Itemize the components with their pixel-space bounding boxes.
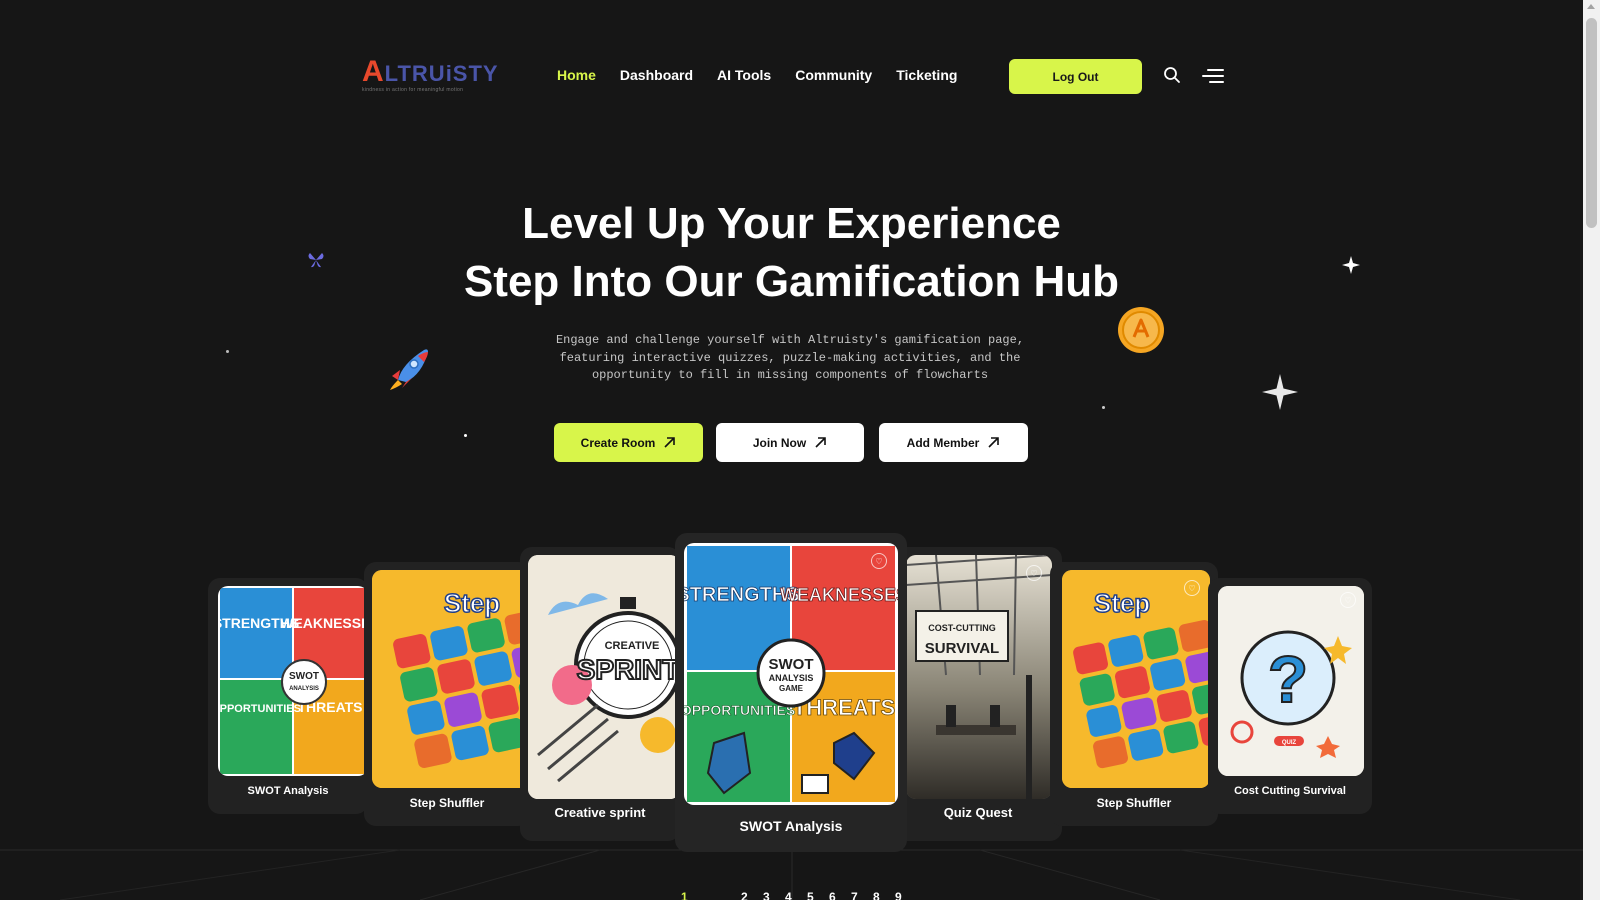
game-card-title: SWOT Analysis [739,818,843,834]
scrollbar-thumb[interactable] [1586,18,1597,228]
hero-description: Engage and challenge yourself with Altru… [540,332,1040,385]
game-card-image: Step [1062,570,1210,788]
art-sprint: SPRINT [577,654,680,685]
page: A LTRUiSTY kindness in action for meaning… [0,0,1583,900]
game-card-title: Step Shuffler [1096,796,1172,810]
art-step: Step [444,588,500,618]
join-now-label: Join Now [752,435,807,450]
game-card-swot-analysis-featured[interactable]: STRENGTHS WEAKNESSES OPPORTUNITIES THREA… [675,533,907,852]
brand-logo-letter: A [362,55,385,88]
add-member-label: Add Member [906,435,980,450]
art-swot-badge-sub: GAME [779,684,804,693]
art-swot-badge: SWOT [289,671,319,682]
nav-ticketing[interactable]: Ticketing [896,66,957,84]
rocket-icon [384,342,436,399]
game-card-image: STRENGTHS WEAKNESSES OPPORTUNITIES THREA… [218,586,368,776]
game-card-image: Step [372,570,530,788]
page-scrollbar[interactable] [1583,0,1600,900]
game-card-cost-cutting-survival[interactable]: ? QUIZ Cost Cutting Survival ♡ [1208,578,1372,814]
favorite-icon[interactable]: ♡ [1026,565,1042,581]
search-icon[interactable] [1163,66,1181,84]
brand-logo[interactable]: A LTRUiSTY kindness in action for meaning… [362,55,498,94]
brand-wordmark: A LTRUiSTY [362,55,498,88]
game-card-title: Cost Cutting Survival [1234,785,1346,797]
hero-description-line: featuring interactive quizzes, puzzle-ma… [559,350,1021,365]
arrow-up-right-icon [988,437,1000,448]
hero-title-line-1: Level Up Your Experience [522,199,1061,248]
logout-button[interactable]: Log Out [1009,59,1142,94]
game-card-title: Creative sprint [554,805,646,820]
brand-logo-name: LTRUiSTY [384,61,499,86]
art-cost-cutting: COST-CUTTING [928,623,996,633]
art-weaknesses: WEAKNESSES [780,585,898,605]
game-card-step-shuffler[interactable]: Step Step Shuffler [364,562,530,826]
art-step: Step [1094,588,1150,618]
brand-tagline: kindness in action for meaningful motion [362,87,464,93]
game-card-image: ? QUIZ [1218,586,1364,776]
page-number[interactable]: 6 [829,890,836,900]
art-opportunities: OPPORTUNITIES [218,703,301,715]
hero-description-line: opportunity to fill in missing component… [591,368,989,382]
game-card-image: STRENGTHS WEAKNESSES OPPORTUNITIES THREA… [684,543,898,805]
art-swot-badge: SWOT [769,656,814,673]
game-card-image: COST-CUTTING SURVIVAL [906,555,1052,799]
create-room-label: Create Room [580,435,656,450]
arrow-up-right-icon [815,437,826,448]
star-dot [464,434,467,437]
art-survival: SURVIVAL [925,640,999,657]
game-card-image: CREATIVE SPRINT [528,555,680,799]
hero-title: Level Up Your Experience Step Into Our G… [0,195,1583,311]
page-number[interactable]: 9 [895,890,902,900]
game-card-step-shuffler[interactable]: Step Step Shuffler ♡ [1050,562,1218,826]
favorite-icon[interactable]: ♡ [871,553,887,569]
game-card-title: SWOT Analysis [247,785,329,797]
arrow-up-right-icon [664,437,676,448]
page-number[interactable]: 8 [873,890,880,900]
game-card-quiz-quest[interactable]: COST-CUTTING SURVIVAL Quiz Quest ♡ [894,547,1062,841]
hero-title-line-2: Step Into Our Gamification Hub [463,257,1120,306]
art-quiz: QUIZ [1282,740,1297,746]
page-number[interactable]: 4 [785,890,792,900]
page-number[interactable]: 2 [741,890,748,900]
favorite-icon[interactable]: ♡ [1184,580,1200,596]
nav-community[interactable]: Community [795,66,872,84]
nav-dashboard[interactable]: Dashboard [620,66,693,84]
game-card-title: Quiz Quest [943,805,1013,820]
svg-text:?: ? [1268,642,1308,716]
star-dot [226,350,229,353]
coin-icon [1117,306,1165,359]
art-swot-badge-sub: ANALYSIS [769,673,814,683]
art-creative: CREATIVE [605,640,660,652]
carousel-pagination: 1 2 3 4 5 6 7 8 9 [0,890,1583,900]
page-number[interactable]: 5 [807,890,814,900]
page-number[interactable]: 7 [851,890,858,900]
hero-description-line: Engage and challenge yourself with Altru… [555,333,1025,347]
art-swot-badge-sub: ANALYSIS [289,686,319,692]
page-number-current[interactable]: 1 [681,890,688,900]
join-now-button[interactable]: Join Now [716,423,864,462]
menu-icon[interactable] [1202,68,1224,84]
game-card-creative-sprint[interactable]: CREATIVE SPRINT Creative sprint [520,547,680,841]
main-nav: Home Dashboard AI Tools Community Ticket… [557,66,981,84]
art-weaknesses: WEAKNESSES [280,615,368,631]
add-member-button[interactable]: Add Member [879,423,1028,462]
create-room-button[interactable]: Create Room [554,423,703,462]
favorite-icon[interactable]: ♡ [1340,592,1356,608]
nav-ai-tools[interactable]: AI Tools [717,66,771,84]
nav-home[interactable]: Home [557,66,596,84]
sparkle-large-icon [1262,374,1298,415]
page-number[interactable]: 3 [763,890,770,900]
scroll-up-icon[interactable] [1587,4,1595,9]
game-card-swot-analysis[interactable]: STRENGTHS WEAKNESSES OPPORTUNITIES THREA… [208,578,368,814]
star-dot [1102,406,1105,409]
game-card-title: Step Shuffler [409,796,485,810]
